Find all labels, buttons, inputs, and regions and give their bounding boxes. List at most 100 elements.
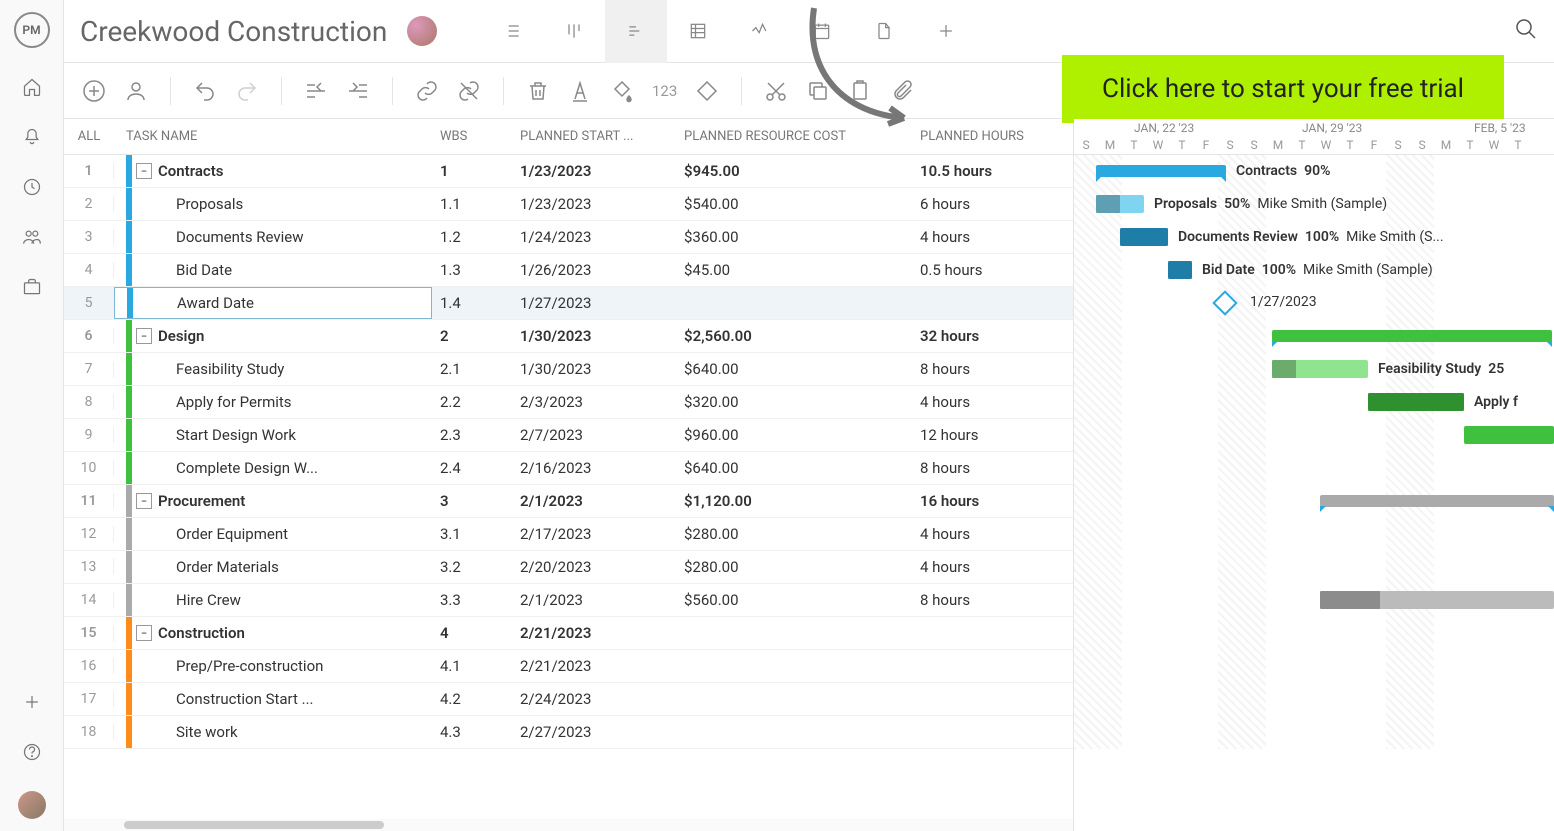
color-bar [126,254,132,286]
horizontal-scrollbar[interactable] [64,819,1073,831]
view-files[interactable] [853,0,915,63]
gantt-row[interactable] [1074,419,1554,452]
search-icon[interactable] [1514,17,1538,45]
text-format-icon[interactable] [568,79,592,103]
gantt-row[interactable] [1074,617,1554,650]
assign-icon[interactable] [124,79,148,103]
gantt-row[interactable] [1074,452,1554,485]
gantt-row[interactable]: Feasibility Study 25 [1074,353,1554,386]
gantt-bar[interactable]: Proposals 50% Mike Smith (Sample) [1096,195,1144,213]
redo-icon[interactable] [235,79,259,103]
user-avatar[interactable] [18,791,46,819]
gantt-row[interactable]: Proposals 50% Mike Smith (Sample) [1074,188,1554,221]
table-row[interactable]: 7Feasibility Study2.11/30/2023$640.008 h… [64,353,1073,386]
project-title: Creekwood Construction [80,15,387,48]
gantt-bar[interactable]: Feasibility Study 25 [1272,360,1368,378]
collapse-icon[interactable]: − [136,163,152,179]
table-row[interactable]: 12Order Equipment3.12/17/2023$280.004 ho… [64,518,1073,551]
collapse-icon[interactable]: − [136,625,152,641]
table-row[interactable]: 13Order Materials3.22/20/2023$280.004 ho… [64,551,1073,584]
gantt-row[interactable]: Contracts 90% [1074,155,1554,188]
table-row[interactable]: 1−Contracts11/23/2023$945.0010.5 hours [64,155,1073,188]
undo-icon[interactable] [193,79,217,103]
unlink-icon[interactable] [457,79,481,103]
milestone-icon[interactable] [1212,290,1237,315]
attach-icon[interactable] [890,79,914,103]
table-row[interactable]: 15−Construction42/21/2023 [64,617,1073,650]
copy-icon[interactable] [806,79,830,103]
col-all[interactable]: ALL [64,129,114,144]
gantt-row[interactable] [1074,650,1554,683]
table-row[interactable]: 6−Design21/30/2023$2,560.0032 hours [64,320,1073,353]
view-list[interactable] [481,0,543,63]
view-add[interactable] [915,0,977,63]
cell-wbs: 3 [432,492,512,510]
gantt-chart[interactable]: JAN, 22 '23 JAN, 29 '23 FEB, 5 '23 SMTWT… [1074,119,1554,831]
table-row[interactable]: 16Prep/Pre-construction4.12/21/2023 [64,650,1073,683]
gantt-bar[interactable] [1464,426,1554,444]
collapse-icon[interactable]: − [136,328,152,344]
cut-icon[interactable] [764,79,788,103]
table-row[interactable]: 11−Procurement32/1/2023$1,120.0016 hours [64,485,1073,518]
paste-icon[interactable] [848,79,872,103]
add-task-icon[interactable] [82,79,106,103]
gantt-bar[interactable] [1272,330,1552,342]
gantt-bar[interactable] [1320,495,1554,507]
collapse-icon[interactable]: − [136,493,152,509]
gantt-row[interactable] [1074,683,1554,716]
table-row[interactable]: 18Site work4.32/27/2023 [64,716,1073,749]
view-sheet[interactable] [667,0,729,63]
fill-icon[interactable] [610,79,634,103]
gantt-bar[interactable]: Contracts 90% [1096,165,1226,177]
recent-icon[interactable] [21,176,43,198]
link-icon[interactable] [415,79,439,103]
view-board[interactable] [543,0,605,63]
team-icon[interactable] [21,226,43,248]
table-row[interactable]: 9Start Design Work2.32/7/2023$960.0012 h… [64,419,1073,452]
gantt-row[interactable]: Apply f [1074,386,1554,419]
view-dashboard[interactable] [729,0,791,63]
table-row[interactable]: 3Documents Review1.21/24/2023$360.004 ho… [64,221,1073,254]
table-row[interactable]: 8Apply for Permits2.22/3/2023$320.004 ho… [64,386,1073,419]
help-icon[interactable] [21,741,43,763]
table-row[interactable]: 14Hire Crew3.32/1/2023$560.008 hours [64,584,1073,617]
project-avatar[interactable] [407,16,437,46]
gantt-row[interactable] [1074,551,1554,584]
col-planned-hours[interactable]: PLANNED HOURS [912,129,1062,144]
gantt-row[interactable] [1074,716,1554,749]
table-row[interactable]: 10Complete Design W...2.42/16/2023$640.0… [64,452,1073,485]
gantt-bar[interactable]: Bid Date 100% Mike Smith (Sample) [1168,261,1192,279]
gantt-row[interactable] [1074,320,1554,353]
col-wbs[interactable]: WBS [432,129,512,144]
outdent-icon[interactable] [304,79,328,103]
table-row[interactable]: 5Award Date1.41/27/2023 [64,287,1073,320]
gantt-bar[interactable] [1320,591,1554,609]
portfolio-icon[interactable] [21,276,43,298]
view-gantt[interactable] [605,0,667,63]
cell-start: 1/23/2023 [512,162,676,180]
add-icon[interactable] [21,691,43,713]
table-row[interactable]: 2Proposals1.11/23/2023$540.006 hours [64,188,1073,221]
gantt-row[interactable]: 1/27/2023 [1074,287,1554,320]
gantt-row[interactable]: Documents Review 100% Mike Smith (S... [1074,221,1554,254]
cell-wbs: 2.4 [432,459,512,477]
view-calendar[interactable] [791,0,853,63]
gantt-row[interactable] [1074,485,1554,518]
gantt-bar[interactable]: Documents Review 100% Mike Smith (S... [1120,228,1168,246]
gantt-row[interactable]: Bid Date 100% Mike Smith (Sample) [1074,254,1554,287]
table-row[interactable]: 4Bid Date1.31/26/2023$45.000.5 hours [64,254,1073,287]
home-icon[interactable] [21,76,43,98]
col-task-name[interactable]: TASK NAME [114,129,432,144]
notifications-icon[interactable] [21,126,43,148]
milestone-tool-icon[interactable] [695,79,719,103]
table-row[interactable]: 17Construction Start ...4.22/24/2023 [64,683,1073,716]
gantt-row[interactable] [1074,584,1554,617]
gantt-bar[interactable]: Apply f [1368,393,1464,411]
delete-icon[interactable] [526,79,550,103]
col-planned-start[interactable]: PLANNED START ... [512,129,676,144]
free-trial-cta[interactable]: Click here to start your free trial [1062,55,1504,123]
col-planned-cost[interactable]: PLANNED RESOURCE COST [676,129,912,144]
gantt-row[interactable] [1074,518,1554,551]
percent-icon[interactable]: 123 [652,82,677,100]
indent-icon[interactable] [346,79,370,103]
